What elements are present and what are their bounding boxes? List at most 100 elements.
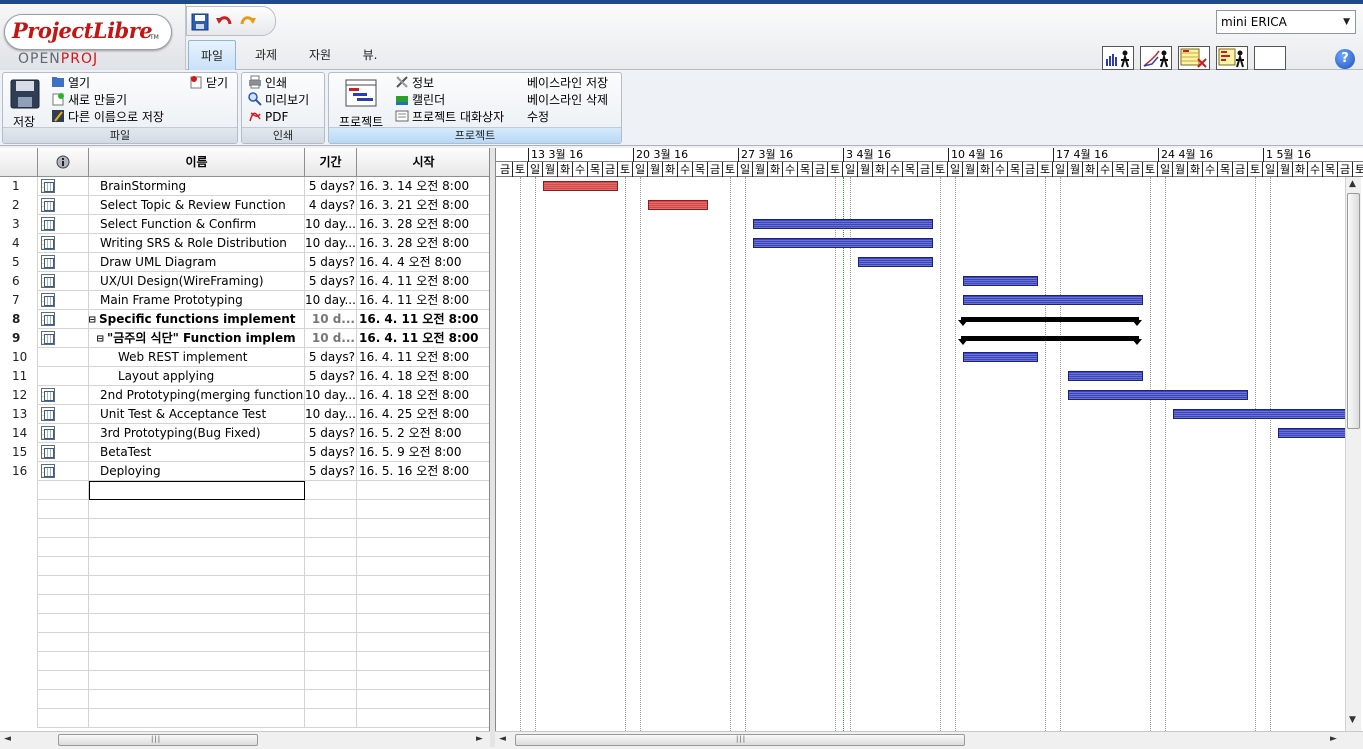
- project-dialog-button[interactable]: 프로젝트 대화상자: [395, 109, 504, 126]
- row-number[interactable]: 14: [0, 424, 38, 443]
- task-bar[interactable]: [963, 352, 1038, 362]
- task-duration[interactable]: 10 d...: [305, 310, 357, 329]
- column-header-name[interactable]: 이름: [89, 148, 305, 177]
- project-button[interactable]: 프로젝트: [333, 77, 389, 129]
- close-button[interactable]: 닫기: [189, 75, 228, 92]
- gantt-vertical-scrollbar[interactable]: ▲ ▼: [1345, 177, 1361, 731]
- table-row[interactable]: 10 Web REST implement 5 days? 16. 4. 11 오전 …: [0, 348, 489, 367]
- table-scroll-thumb[interactable]: |||: [58, 734, 258, 746]
- save-icon[interactable]: [191, 13, 209, 31]
- help-icon[interactable]: ?: [1335, 49, 1355, 69]
- gantt-horizontal-scrollbar[interactable]: ◄ ||| ►: [495, 731, 1363, 747]
- scroll-down-icon[interactable]: ▼: [1349, 715, 1356, 725]
- task-bar[interactable]: [753, 238, 933, 248]
- row-number[interactable]: 8: [0, 310, 38, 329]
- summary-bar[interactable]: [958, 317, 1142, 326]
- task-name-cell[interactable]: 3rd Prototyping(Bug Fixed): [89, 424, 305, 443]
- info-button[interactable]: 정보: [395, 75, 434, 92]
- edit-button[interactable]: 수정: [527, 109, 549, 126]
- task-bar[interactable]: [1173, 409, 1353, 419]
- column-header-indicators[interactable]: [38, 148, 89, 177]
- task-duration[interactable]: 10 day...: [305, 291, 357, 310]
- table-row[interactable]: 4 Writing SRS & Role Distribution 10 day..…: [0, 234, 489, 253]
- summary-bar[interactable]: [958, 336, 1142, 345]
- task-name-cell[interactable]: Select Topic & Review Function: [89, 196, 305, 215]
- task-name-cell[interactable]: BrainStorming: [89, 177, 305, 196]
- task-start[interactable]: 16. 4. 18 오전 8:00: [357, 367, 489, 386]
- task-name-cell[interactable]: Deploying: [89, 462, 305, 481]
- task-duration[interactable]: 5 days?: [305, 443, 357, 462]
- task-start[interactable]: 16. 5. 9 오전 8:00: [357, 443, 489, 462]
- row-number[interactable]: 16: [0, 462, 38, 481]
- task-duration[interactable]: 10 day...: [305, 386, 357, 405]
- task-start[interactable]: 16. 4. 18 오전 8:00: [357, 386, 489, 405]
- empty-row-duration[interactable]: [305, 481, 357, 500]
- table-row[interactable]: 7 Main Frame Prototyping 10 day... 16. 4. 1…: [0, 291, 489, 310]
- task-start[interactable]: 16. 3. 28 오전 8:00: [357, 215, 489, 234]
- critical-task-bar[interactable]: [648, 200, 708, 210]
- task-name-cell[interactable]: Layout applying: [89, 367, 305, 386]
- table-row[interactable]: 2 Select Topic & Review Function 4 days? 16…: [0, 196, 489, 215]
- table-row[interactable]: 12 2nd Prototyping(merging functions) 10 d…: [0, 386, 489, 405]
- task-name-cell[interactable]: 2nd Prototyping(merging functions): [89, 386, 305, 405]
- task-name-cell[interactable]: ⊟ "금주의 식단" Function implem: [89, 329, 305, 348]
- column-header-start[interactable]: 시작: [357, 148, 489, 177]
- tab-resource[interactable]: 자원: [298, 40, 342, 70]
- table-row[interactable]: 14 3rd Prototyping(Bug Fixed) 5 days? 16. 5…: [0, 424, 489, 443]
- redo-icon[interactable]: [239, 13, 257, 31]
- scroll-left-icon[interactable]: ◄: [4, 734, 11, 744]
- column-header-duration[interactable]: 기간: [305, 148, 357, 177]
- row-number[interactable]: 6: [0, 272, 38, 291]
- task-name-cell[interactable]: ⊟ Specific functions implement: [89, 310, 305, 329]
- row-number[interactable]: 10: [0, 348, 38, 367]
- critical-task-bar[interactable]: [543, 181, 618, 191]
- task-usage-view-icon[interactable]: [1178, 46, 1210, 70]
- preview-button[interactable]: 미리보기: [248, 92, 309, 109]
- tab-view[interactable]: 뷰.: [350, 40, 390, 70]
- task-name-cell[interactable]: Unit Test & Acceptance Test: [89, 405, 305, 424]
- task-bar[interactable]: [963, 276, 1038, 286]
- open-button[interactable]: 열기: [51, 75, 90, 92]
- task-start[interactable]: 16. 3. 28 오전 8:00: [357, 234, 489, 253]
- task-duration[interactable]: 4 days?: [305, 196, 357, 215]
- task-bar[interactable]: [753, 219, 933, 229]
- task-bar[interactable]: [1068, 390, 1248, 400]
- task-bar[interactable]: [858, 257, 933, 267]
- table-row[interactable]: 16 Deploying 5 days? 16. 5. 16 오전 8:00: [0, 462, 489, 481]
- task-duration[interactable]: 5 days?: [305, 177, 357, 196]
- task-duration[interactable]: 5 days?: [305, 424, 357, 443]
- table-row[interactable]: 5 Draw UML Diagram 5 days? 16. 4. 4 오전 8:00: [0, 253, 489, 272]
- resource-usage-view-icon[interactable]: [1216, 46, 1248, 70]
- blank-view-button[interactable]: [1254, 46, 1286, 70]
- collapse-icon[interactable]: ⊟: [97, 330, 107, 348]
- chart-view-icon[interactable]: [1140, 46, 1172, 70]
- scroll-up-icon[interactable]: ▲: [1349, 179, 1356, 189]
- row-number[interactable]: 7: [0, 291, 38, 310]
- task-duration[interactable]: 5 days?: [305, 367, 357, 386]
- calendar-button[interactable]: 캘린더: [395, 92, 445, 109]
- task-start[interactable]: 16. 3. 21 오전 8:00: [357, 196, 489, 215]
- task-name-cell[interactable]: Draw UML Diagram: [89, 253, 305, 272]
- baseline-save-button[interactable]: 베이스라인 저장: [527, 75, 608, 92]
- task-name-cell[interactable]: BetaTest: [89, 443, 305, 462]
- empty-row-start[interactable]: [357, 481, 489, 500]
- histogram-view-icon[interactable]: [1102, 46, 1134, 70]
- task-name-cell[interactable]: Writing SRS & Role Distribution: [89, 234, 305, 253]
- task-name-cell[interactable]: Main Frame Prototyping: [89, 291, 305, 310]
- task-duration[interactable]: 5 days?: [305, 253, 357, 272]
- task-start[interactable]: 16. 4. 11 오전 8:00: [357, 348, 489, 367]
- task-name-cell[interactable]: Web REST implement: [89, 348, 305, 367]
- task-name-cell[interactable]: UX/UI Design(WireFraming): [89, 272, 305, 291]
- table-row[interactable]: 13 Unit Test & Acceptance Test 10 day... 16…: [0, 405, 489, 424]
- task-start[interactable]: 16. 5. 16 오전 8:00: [357, 462, 489, 481]
- pdf-button[interactable]: PDF: [248, 109, 288, 126]
- table-horizontal-scrollbar[interactable]: ◄ ||| ►: [0, 731, 490, 747]
- row-number[interactable]: 12: [0, 386, 38, 405]
- task-duration[interactable]: 10 d...: [305, 329, 357, 348]
- tab-task[interactable]: 과제: [244, 40, 288, 70]
- tab-file[interactable]: 파일: [188, 40, 236, 70]
- table-row[interactable]: 3 Select Function & Confirm 10 day... 16. 3…: [0, 215, 489, 234]
- gantt-vscroll-thumb[interactable]: [1347, 193, 1360, 429]
- row-number[interactable]: 4: [0, 234, 38, 253]
- task-start[interactable]: 16. 3. 14 오전 8:00: [357, 177, 489, 196]
